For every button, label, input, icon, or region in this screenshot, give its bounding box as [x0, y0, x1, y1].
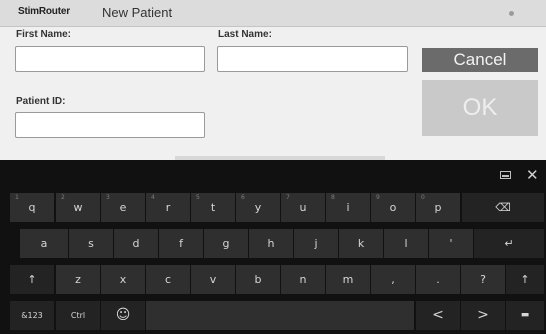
key-u[interactable]: 7u [281, 193, 325, 222]
key-g[interactable]: g [204, 229, 248, 258]
keyboard-layout-icon[interactable]: ▬ [506, 301, 544, 330]
key-m[interactable]: m [326, 265, 370, 294]
key-question[interactable]: ? [461, 265, 505, 294]
key-v[interactable]: v [191, 265, 235, 294]
patient-id-field[interactable] [15, 112, 205, 138]
key-o[interactable]: 9o [371, 193, 415, 222]
key-i[interactable]: 8i [326, 193, 370, 222]
shift-key-left[interactable]: ↑ [10, 265, 54, 294]
key-x[interactable]: x [101, 265, 145, 294]
key-e[interactable]: 3e [101, 193, 145, 222]
arrow-left-key[interactable]: < [416, 301, 460, 330]
enter-key[interactable]: ↵ [474, 229, 544, 258]
key-q[interactable]: 1q [10, 193, 54, 222]
last-name-label: Last Name: [218, 29, 272, 40]
key-comma[interactable]: , [371, 265, 415, 294]
key-h[interactable]: h [249, 229, 293, 258]
key-z[interactable]: z [56, 265, 100, 294]
key-b[interactable]: b [236, 265, 280, 294]
key-l[interactable]: l [384, 229, 428, 258]
first-name-field[interactable] [15, 46, 205, 72]
ctrl-key[interactable]: Ctrl [56, 301, 100, 330]
key-y[interactable]: 6y [236, 193, 280, 222]
key-c[interactable]: c [146, 265, 190, 294]
numbers-key[interactable]: &123 [10, 301, 54, 330]
window-title: New Patient [102, 5, 173, 20]
emoji-icon[interactable]: ☺ [101, 301, 145, 330]
last-name-field[interactable] [217, 46, 408, 72]
key-r[interactable]: 4r [146, 193, 190, 222]
key-n[interactable]: n [281, 265, 325, 294]
space-key[interactable] [146, 301, 414, 330]
key-period[interactable]: . [416, 265, 460, 294]
key-apostrophe[interactable]: ' [429, 229, 473, 258]
patient-id-label: Patient ID: [16, 96, 66, 107]
shift-key-right[interactable]: ↑ [506, 265, 544, 294]
key-p[interactable]: 0p [416, 193, 460, 222]
new-patient-dialog: StimRouter New Patient First Name: Last … [0, 0, 546, 160]
key-s[interactable]: s [69, 229, 113, 258]
key-j[interactable]: j [294, 229, 338, 258]
status-dot-icon [509, 11, 514, 16]
ok-button[interactable]: OK [422, 80, 538, 136]
title-bar: StimRouter New Patient [0, 0, 546, 27]
key-k[interactable]: k [339, 229, 383, 258]
arrow-right-key[interactable]: > [461, 301, 505, 330]
backspace-key[interactable]: ⌫ [462, 193, 544, 222]
close-icon[interactable]: ✕ [526, 166, 539, 184]
key-w[interactable]: 2w [56, 193, 100, 222]
cancel-button[interactable]: Cancel [422, 48, 538, 72]
key-t[interactable]: 5t [191, 193, 235, 222]
keyboard-dock-icon[interactable] [500, 171, 511, 179]
brand-logo: StimRouter [18, 6, 70, 17]
key-d[interactable]: d [114, 229, 158, 258]
key-f[interactable]: f [159, 229, 203, 258]
first-name-label: First Name: [16, 29, 72, 40]
key-a[interactable]: a [20, 229, 68, 258]
